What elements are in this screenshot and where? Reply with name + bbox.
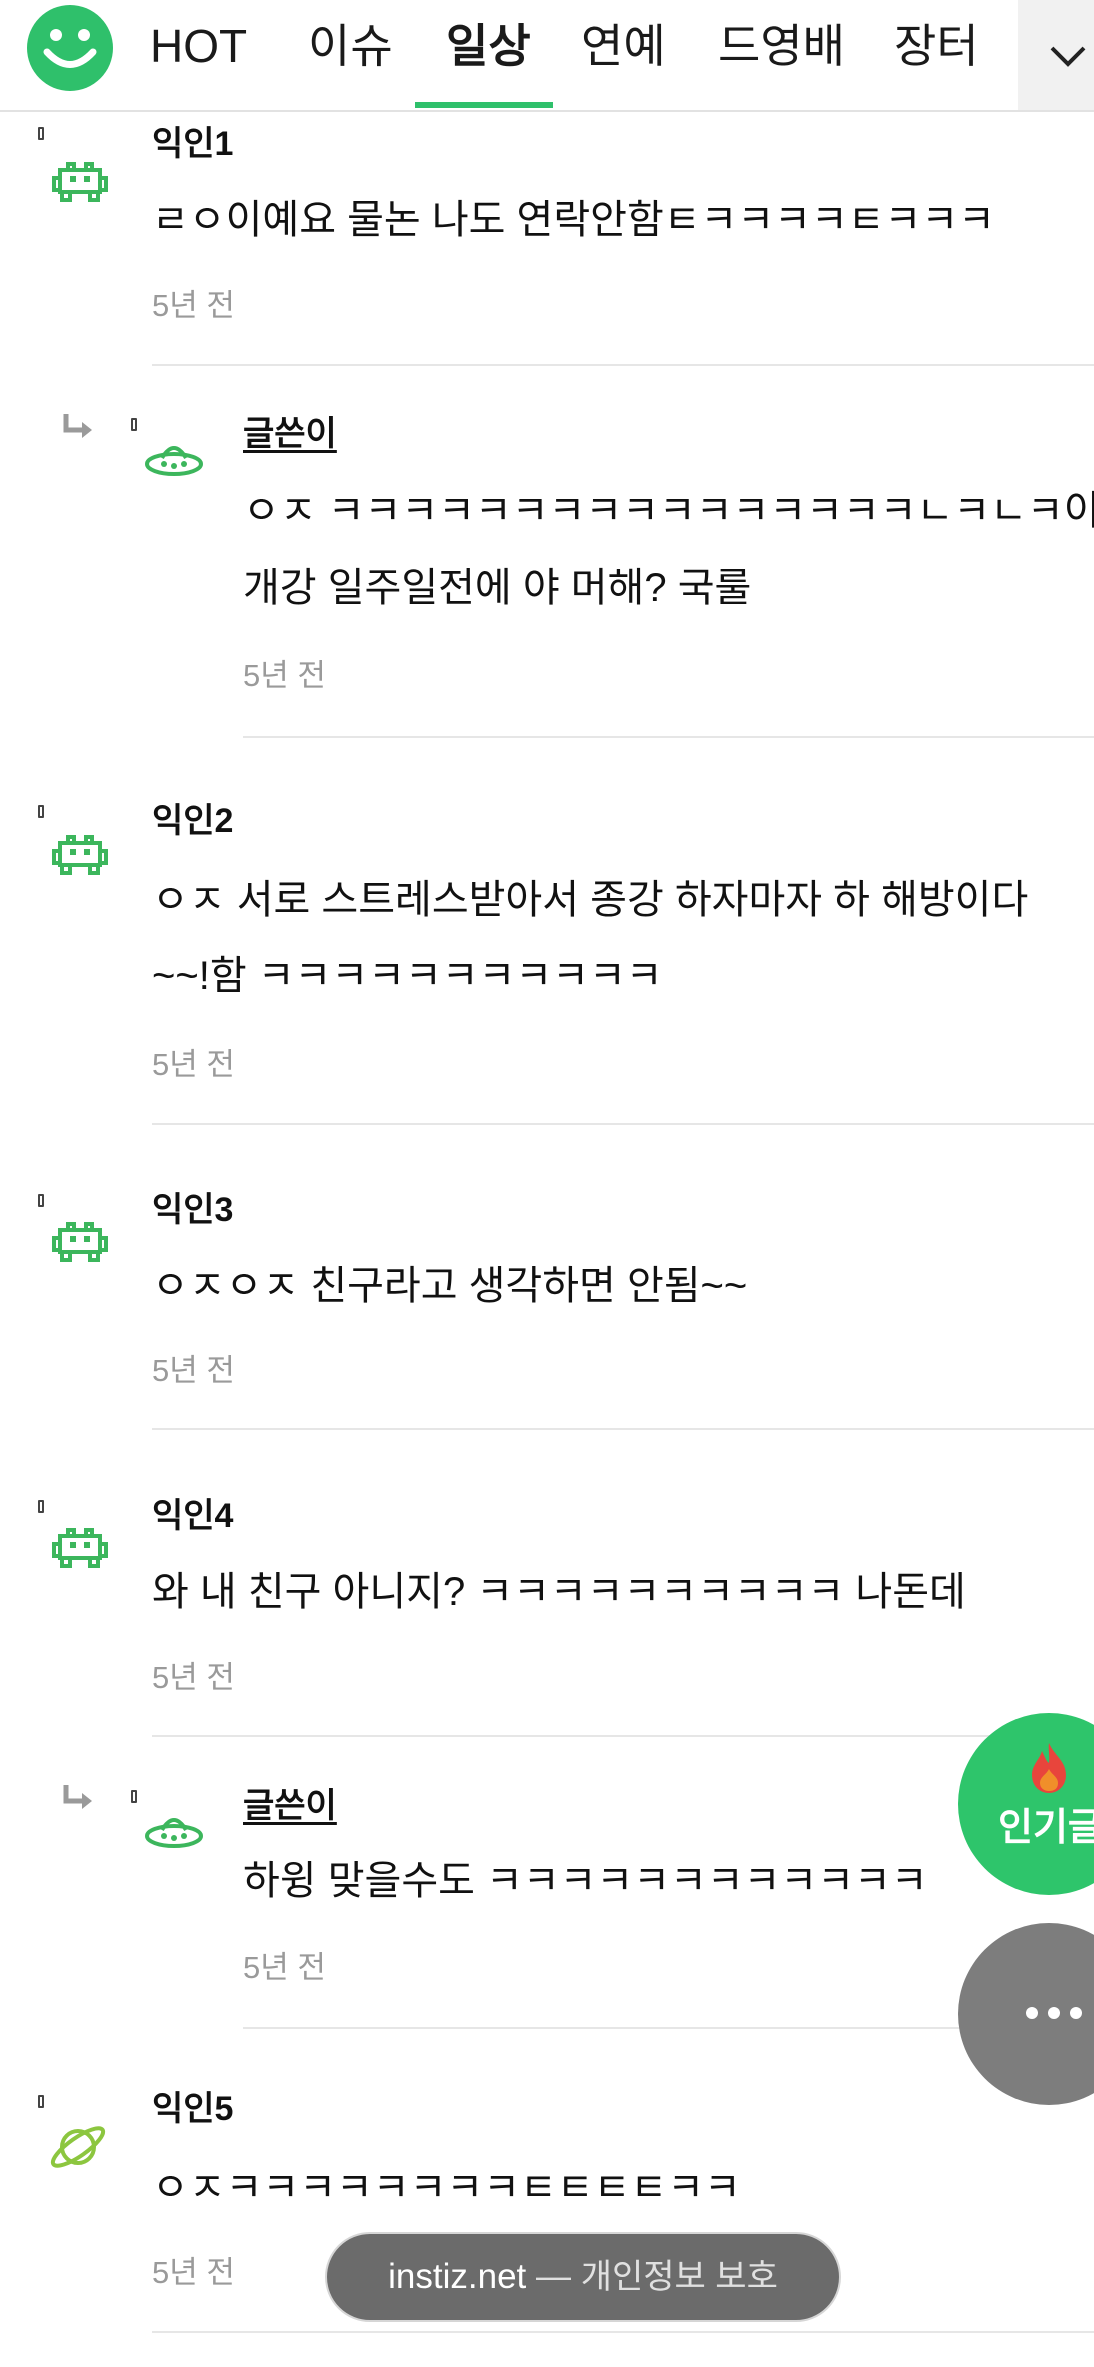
- comment-author[interactable]: 익인3: [152, 1190, 233, 1230]
- toast-separator: —: [526, 2257, 581, 2296]
- invader-icon: [52, 1528, 108, 1568]
- invader-icon: [52, 162, 108, 202]
- reply-arrow-icon: [63, 1785, 92, 1809]
- comment-marker: [38, 127, 44, 140]
- comment-text: 하윙 맞을수도 ㅋㅋㅋㅋㅋㅋㅋㅋㅋㅋㅋㅋ: [243, 1859, 928, 1903]
- fire-icon: [1032, 1743, 1066, 1793]
- comment-time: 5년 전: [152, 1353, 235, 1388]
- active-tab-indicator: [415, 102, 553, 108]
- top-nav-bar: HOT 이슈 일상 연예 드영배 장터: [0, 0, 1094, 112]
- app-root: HOT 이슈 일상 연예 드영배 장터 익인1 ㄹㅇ이예요 물논 나도 연락안함…: [0, 0, 1094, 2367]
- tab-hot[interactable]: HOT: [150, 16, 247, 76]
- comment-text: ~~!함 ㅋㅋㅋㅋㅋㅋㅋㅋㅋㅋㅋ: [152, 954, 663, 998]
- comment-text: 와 내 친구 아니지? ㅋㅋㅋㅋㅋㅋㅋㅋㅋㅋ 나돈데: [152, 1570, 966, 1614]
- comment-divider: [152, 1123, 1094, 1125]
- comment-divider: [152, 1428, 1094, 1430]
- tab-entertainment[interactable]: 연예: [581, 16, 666, 76]
- toast-domain: instiz.net: [388, 2257, 527, 2296]
- comment-text: ㅇㅈ ㅋㅋㅋㅋㅋㅋㅋㅋㅋㅋㅋㅋㅋㅋㅋㅋㄴㅋㄴㅋ이제 한: [243, 489, 1094, 533]
- comment-divider: [243, 736, 1094, 738]
- comment-divider: [152, 2331, 1094, 2333]
- more-dots-icon: [1026, 2007, 1082, 2019]
- popular-posts-label: 인기글: [998, 1807, 1094, 1849]
- comment-text: ㅇㅈㅋㅋㅋㅋㅋㅋㅋㅋㅌㅌㅌㅌㅋㅋ: [152, 2166, 741, 2210]
- comment-author-op[interactable]: 글쓴이: [243, 1786, 337, 1826]
- privacy-toast[interactable]: instiz.net — 개인정보 보호: [325, 2232, 841, 2322]
- comment-author[interactable]: 익인1: [152, 124, 233, 164]
- comment-marker: [38, 1500, 44, 1513]
- tab-daily[interactable]: 일상: [446, 16, 531, 76]
- comment-author[interactable]: 익인4: [152, 1496, 233, 1536]
- comment-author[interactable]: 익인2: [152, 801, 233, 841]
- toast-privacy-text: 개인정보 보호: [580, 2258, 778, 2296]
- comment-author-op[interactable]: 글쓴이: [243, 414, 337, 454]
- comment-text: 개강 일주일전에 야 머해? 국룰: [243, 566, 752, 610]
- ufo-icon: [145, 1818, 203, 1848]
- comment-marker: [131, 1790, 137, 1803]
- invader-icon: [52, 835, 108, 875]
- chevron-down-icon: [1050, 46, 1086, 67]
- comment-author[interactable]: 익인5: [152, 2089, 233, 2129]
- nav-more-button[interactable]: [1018, 0, 1094, 110]
- comment-text: ㄹㅇ이예요 물논 나도 연락안함ㅌㅋㅋㅋㅋㅌㅋㅋㅋ: [152, 198, 995, 242]
- invader-icon: [52, 1222, 108, 1262]
- more-actions-button[interactable]: [958, 1923, 1094, 2105]
- tab-market[interactable]: 장터: [894, 16, 979, 76]
- tab-issue[interactable]: 이슈: [308, 16, 393, 76]
- comment-time: 5년 전: [243, 658, 326, 693]
- comment-marker: [38, 1194, 44, 1207]
- planet-icon: [50, 2126, 106, 2168]
- comment-time: 5년 전: [152, 2255, 235, 2290]
- tab-drama-movie[interactable]: 드영배: [718, 16, 845, 76]
- ufo-icon: [145, 446, 203, 476]
- comment-marker: [38, 805, 44, 818]
- comment-marker: [38, 2095, 44, 2108]
- comment-marker: [131, 418, 137, 431]
- comment-time: 5년 전: [152, 288, 235, 323]
- comment-time: 5년 전: [152, 1047, 235, 1082]
- comment-text: ㅇㅈ 서로 스트레스받아서 종강 하자마자 하 해방이다: [152, 878, 1029, 922]
- comment-text: ㅇㅈㅇㅈ 친구라고 생각하면 안됨~~: [152, 1264, 748, 1308]
- comment-divider: [152, 364, 1094, 366]
- popular-posts-button[interactable]: 인기글: [958, 1713, 1094, 1895]
- smiley-logo-icon[interactable]: [27, 5, 113, 91]
- comment-time: 5년 전: [152, 1660, 235, 1695]
- comment-divider: [152, 1735, 1094, 1737]
- reply-arrow-icon: [63, 414, 92, 438]
- comment-time: 5년 전: [243, 1950, 326, 1985]
